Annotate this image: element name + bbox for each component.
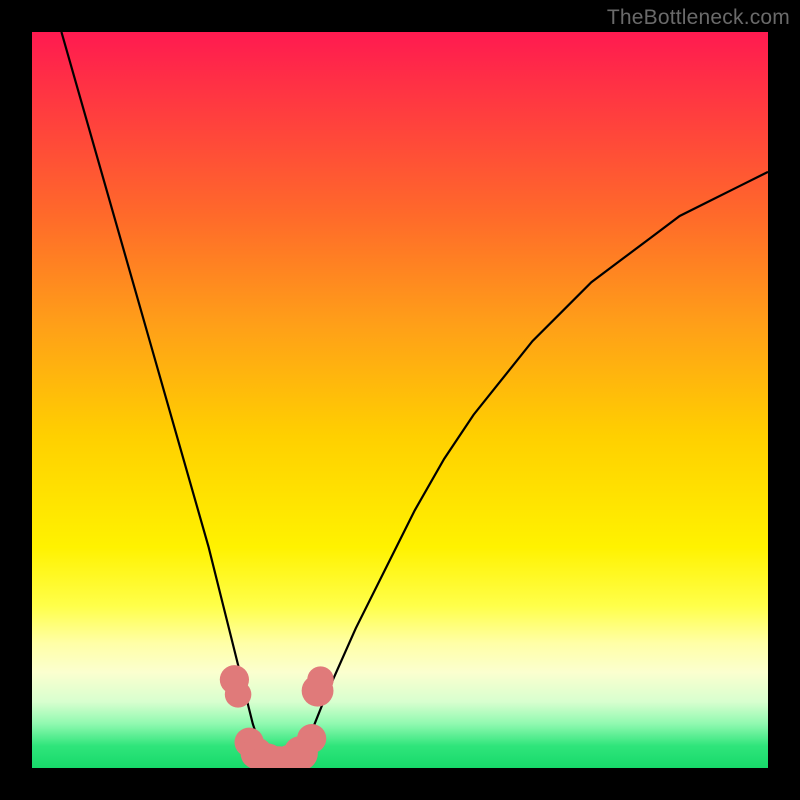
plot-area — [32, 32, 768, 768]
chart-frame: TheBottleneck.com — [0, 0, 800, 800]
bottleneck-curve — [61, 32, 768, 768]
curve-marker — [225, 681, 252, 708]
watermark-text: TheBottleneck.com — [607, 6, 790, 30]
curve-marker — [307, 666, 334, 693]
bottleneck-svg — [32, 32, 768, 768]
curve-marker — [297, 724, 326, 753]
